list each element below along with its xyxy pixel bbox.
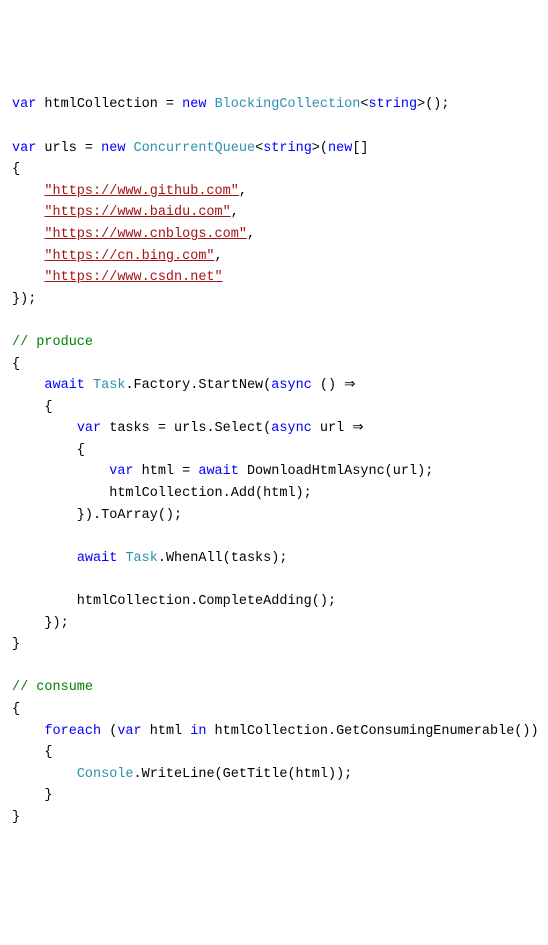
keyword-var: var	[12, 97, 36, 112]
brace: }).ToArray();	[12, 508, 182, 523]
keyword-new: new	[328, 141, 352, 156]
brace: });	[12, 292, 36, 307]
line: htmlCollection.CompleteAdding();	[12, 594, 336, 609]
code-text: () ⇒	[312, 378, 356, 393]
keyword-await: await	[44, 378, 85, 393]
brace: {	[12, 443, 85, 458]
line: foreach (var html in htmlCollection.GetC…	[12, 724, 539, 739]
string-literal: "https://www.github.com"	[44, 184, 238, 199]
type-name: Console	[77, 767, 134, 782]
brace: {	[12, 357, 20, 372]
brace: {	[12, 162, 20, 177]
line: "https://www.cnblogs.com",	[12, 227, 255, 242]
line: "https://www.csdn.net"	[12, 270, 223, 285]
code-text: DownloadHtmlAsync(url);	[239, 464, 433, 479]
indent	[12, 378, 44, 393]
indent	[12, 767, 77, 782]
line: var urls = new ConcurrentQueue<string>(n…	[12, 141, 369, 156]
code-text	[85, 378, 93, 393]
indent	[12, 551, 77, 566]
string-literal: "https://cn.bing.com"	[44, 249, 214, 264]
keyword-string: string	[369, 97, 418, 112]
brace: });	[12, 616, 69, 631]
line: htmlCollection.Add(html);	[12, 486, 312, 501]
code-text: <	[255, 141, 263, 156]
code-text: >(	[312, 141, 328, 156]
type-name: Task	[93, 378, 125, 393]
keyword-var: var	[77, 421, 101, 436]
line: Console.WriteLine(GetTitle(html));	[12, 767, 352, 782]
code-text: html	[142, 724, 191, 739]
code-text: htmlCollection =	[36, 97, 182, 112]
code-text: <	[360, 97, 368, 112]
brace: }	[12, 637, 20, 652]
comma: ,	[239, 184, 247, 199]
brace: }	[12, 788, 53, 803]
comment: // produce	[12, 335, 93, 350]
keyword-async: async	[271, 421, 312, 436]
keyword-async: async	[271, 378, 312, 393]
keyword-in: in	[190, 724, 206, 739]
code-text: urls =	[36, 141, 101, 156]
string-literal: "https://www.csdn.net"	[44, 270, 222, 285]
keyword-new: new	[101, 141, 125, 156]
keyword-new: new	[182, 97, 206, 112]
line: "https://www.baidu.com",	[12, 205, 239, 220]
keyword-var: var	[117, 724, 141, 739]
code-text	[206, 97, 214, 112]
type-name: Task	[125, 551, 157, 566]
line: "https://www.github.com",	[12, 184, 247, 199]
code-text: tasks = urls.Select(	[101, 421, 271, 436]
brace: {	[12, 400, 53, 415]
line: var html = await DownloadHtmlAsync(url);	[12, 464, 433, 479]
keyword-string: string	[263, 141, 312, 156]
type-name: ConcurrentQueue	[134, 141, 256, 156]
code-text: []	[352, 141, 368, 156]
indent	[12, 421, 77, 436]
code-text: >();	[417, 97, 449, 112]
brace: {	[12, 702, 20, 717]
brace: }	[12, 810, 20, 825]
code-text: .WhenAll(tasks);	[158, 551, 288, 566]
indent	[12, 249, 44, 264]
keyword-await: await	[198, 464, 239, 479]
code-text: html =	[134, 464, 199, 479]
indent	[12, 724, 44, 739]
keyword-await: await	[77, 551, 118, 566]
line: await Task.WhenAll(tasks);	[12, 551, 287, 566]
line: var htmlCollection = new BlockingCollect…	[12, 97, 450, 112]
code-text	[125, 141, 133, 156]
code-text: url ⇒	[312, 421, 364, 436]
keyword-var: var	[12, 141, 36, 156]
code-block: var htmlCollection = new BlockingCollect…	[12, 94, 536, 828]
keyword-foreach: foreach	[44, 724, 101, 739]
keyword-var: var	[109, 464, 133, 479]
line: var tasks = urls.Select(async url ⇒	[12, 421, 364, 436]
comment: // consume	[12, 680, 93, 695]
comma: ,	[231, 205, 239, 220]
code-text: htmlCollection.GetConsumingEnumerable())	[206, 724, 538, 739]
line: "https://cn.bing.com",	[12, 249, 223, 264]
string-literal: "https://www.cnblogs.com"	[44, 227, 247, 242]
type-name: BlockingCollection	[215, 97, 361, 112]
indent	[12, 205, 44, 220]
brace: {	[12, 745, 53, 760]
comma: ,	[215, 249, 223, 264]
comma: ,	[247, 227, 255, 242]
code-text: .WriteLine(GetTitle(html));	[134, 767, 353, 782]
code-text: (	[101, 724, 117, 739]
string-literal: "https://www.baidu.com"	[44, 205, 230, 220]
indent	[12, 184, 44, 199]
indent	[12, 270, 44, 285]
indent	[12, 227, 44, 242]
code-text: .Factory.StartNew(	[125, 378, 271, 393]
line: await Task.Factory.StartNew(async () ⇒	[12, 378, 356, 393]
indent	[12, 464, 109, 479]
